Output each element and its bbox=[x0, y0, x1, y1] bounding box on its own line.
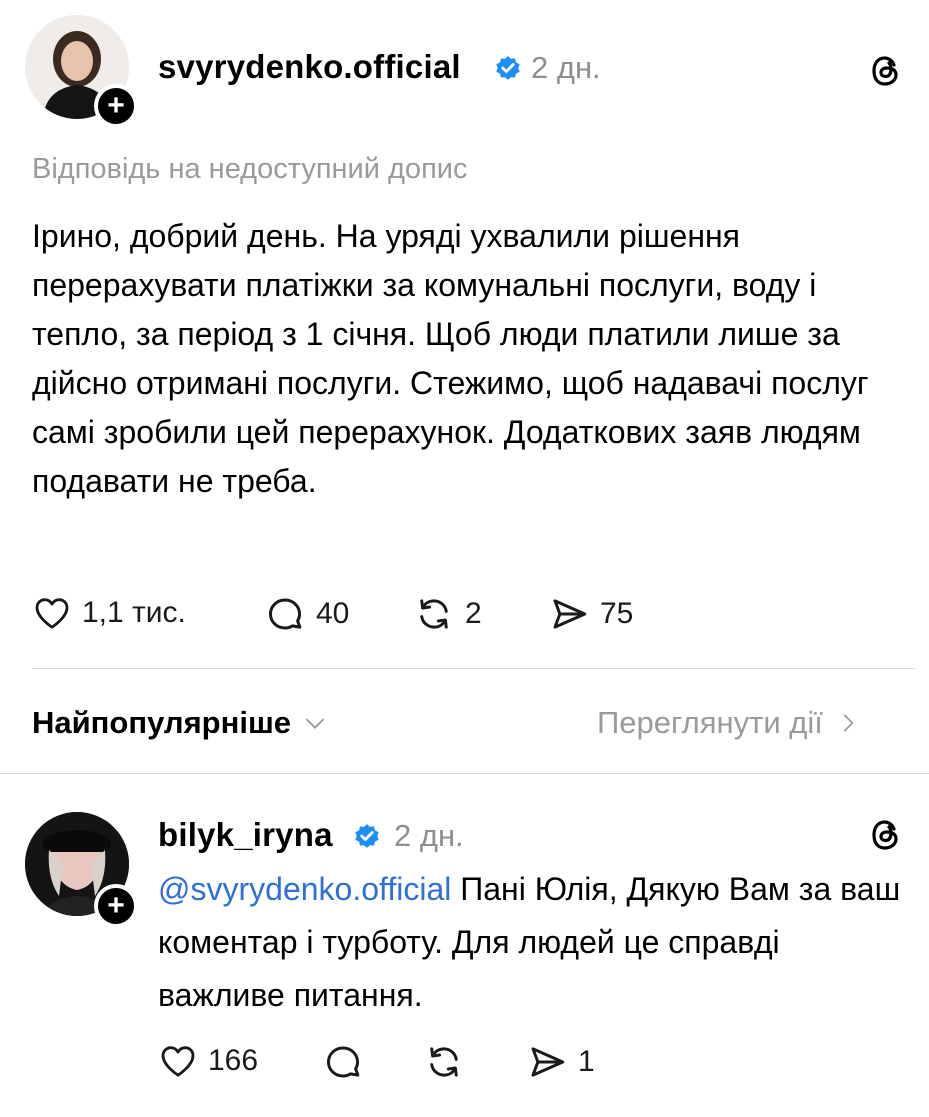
post-time: 2 дн. bbox=[531, 50, 601, 85]
chevron-right-icon bbox=[843, 714, 854, 732]
send-icon bbox=[531, 1047, 565, 1077]
repost-icon bbox=[420, 599, 448, 629]
comment-icon bbox=[326, 1046, 360, 1078]
sort-label: Найпопулярніше bbox=[32, 705, 292, 740]
follow-plus-button[interactable]: + bbox=[94, 884, 138, 928]
threads-logo-icon[interactable] bbox=[866, 51, 906, 91]
chevron-down-icon bbox=[305, 718, 325, 729]
sort-dropdown[interactable]: Найпопулярніше bbox=[32, 705, 329, 741]
mention-link[interactable]: @svyrydenko.official bbox=[158, 871, 451, 907]
threads-logo-icon[interactable] bbox=[866, 815, 906, 855]
follow-plus-button[interactable]: + bbox=[94, 84, 138, 128]
like-count: 1,1 тис. bbox=[82, 596, 186, 629]
share-count: 1 bbox=[578, 1045, 595, 1078]
username[interactable]: svyrydenko.official bbox=[158, 48, 461, 86]
divider bbox=[32, 668, 916, 669]
repost-count: 2 bbox=[465, 597, 482, 630]
verified-badge-icon bbox=[355, 824, 379, 848]
reply-time: 2 дн. bbox=[394, 818, 464, 853]
view-activity-link[interactable]: Переглянути дії bbox=[597, 705, 861, 741]
repost-icon bbox=[430, 1047, 458, 1077]
divider bbox=[0, 773, 929, 774]
comment-count: 40 bbox=[316, 597, 350, 630]
username[interactable]: bilyk_iryna bbox=[158, 816, 333, 854]
like-button[interactable]: 1,1 тис. bbox=[32, 593, 186, 633]
repost-button[interactable]: 2 bbox=[413, 593, 482, 635]
view-activity-label: Переглянути дії bbox=[597, 705, 823, 740]
reply-text: @svyrydenko.official Пані Юлія, Дякую Ва… bbox=[158, 863, 903, 1022]
post-text: Ірино, добрий день. На уряді ухвалили рі… bbox=[32, 218, 869, 499]
heart-icon bbox=[35, 598, 69, 629]
reply-to-label: Відповідь на недоступний допис bbox=[32, 153, 468, 185]
like-button[interactable]: 166 bbox=[158, 1041, 258, 1081]
comment-button[interactable] bbox=[322, 1041, 364, 1083]
verified-badge-icon bbox=[496, 56, 520, 80]
comment-icon bbox=[268, 598, 302, 630]
share-button[interactable]: 1 bbox=[526, 1041, 595, 1083]
comment-button[interactable]: 40 bbox=[264, 593, 349, 635]
share-count: 75 bbox=[600, 597, 634, 630]
repost-button[interactable] bbox=[423, 1041, 465, 1083]
share-button[interactable]: 75 bbox=[548, 593, 633, 635]
send-icon bbox=[553, 599, 587, 629]
like-count: 166 bbox=[208, 1044, 259, 1077]
heart-icon bbox=[161, 1046, 195, 1077]
